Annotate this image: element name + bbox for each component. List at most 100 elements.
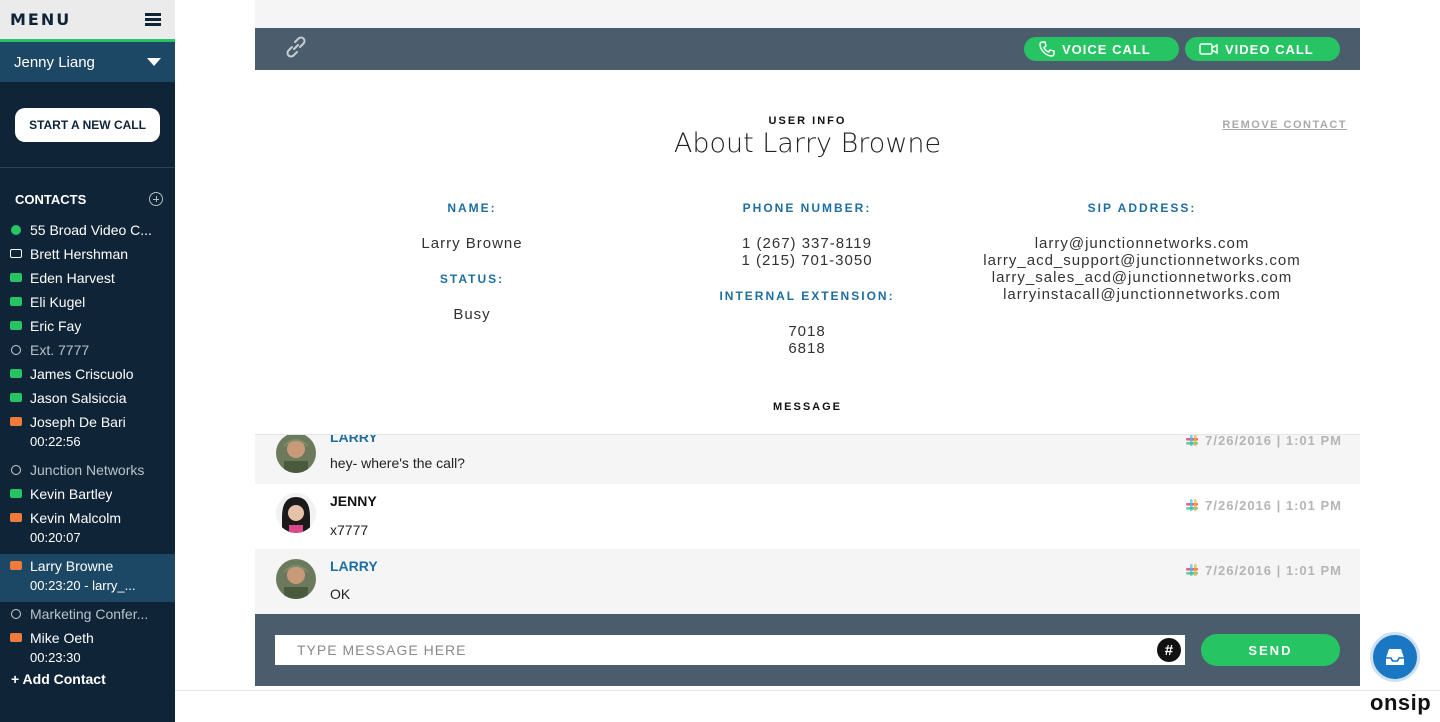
contact-item[interactable]: Ext. 7777 xyxy=(0,338,175,362)
contact-item[interactable]: Larry Browne 00:23:20 - larry_... xyxy=(0,554,175,602)
phone-number[interactable]: 1 (215) 701-3050 xyxy=(695,252,919,269)
user-name: Jenny Liang xyxy=(14,53,95,71)
contact-name: 55 Broad Video C... xyxy=(30,222,152,238)
contact-item[interactable]: Jason Salsiccia xyxy=(0,386,175,410)
page-title: About Larry Browne xyxy=(673,128,942,159)
message-time-text: 7/26/2016 | 1:01 PM xyxy=(1205,497,1342,513)
inbox-button[interactable] xyxy=(1370,632,1420,682)
contact-name: Marketing Confer... xyxy=(30,606,149,622)
contact-item[interactable]: Eli Kugel xyxy=(0,290,175,314)
chat-status-icon xyxy=(10,369,22,378)
contact-name: Eden Harvest xyxy=(30,270,115,286)
chat-status-icon xyxy=(10,249,22,258)
phone-icon xyxy=(1039,41,1055,57)
menu-title: MENU xyxy=(10,10,72,29)
extension-label: INTERNAL EXTENSION: xyxy=(719,289,895,303)
chat-status-icon xyxy=(10,489,22,498)
contact-item[interactable]: Brett Hershman xyxy=(0,242,175,266)
main-panel: VOICE CALL VIDEO CALL USER INFO About La… xyxy=(255,0,1360,686)
contact-item[interactable]: Marketing Confer... xyxy=(0,602,175,626)
avatar xyxy=(276,435,316,473)
message-time-text: 7/26/2016 | 1:01 PM xyxy=(1205,562,1342,578)
send-button[interactable]: SEND xyxy=(1200,634,1340,666)
sip-column: SIP ADDRESS: larry@junctionnetworks.com … xyxy=(975,201,1309,303)
phone-label: PHONE NUMBER: xyxy=(742,201,872,215)
contact-item[interactable]: Eden Harvest xyxy=(0,266,175,290)
contact-call-duration: 00:22:56 xyxy=(30,434,81,449)
call-bar: VOICE CALL VIDEO CALL xyxy=(255,28,1360,70)
sidebar: MENU Jenny Liang START A NEW CALL CONTAC… xyxy=(0,0,175,722)
extension-value[interactable]: 7018 xyxy=(695,323,919,340)
name-label: NAME: xyxy=(447,201,497,215)
presence-status-icon xyxy=(11,465,21,475)
compose-bar: # SEND xyxy=(255,614,1360,686)
contact-name: Jason Salsiccia xyxy=(30,390,127,406)
slack-icon xyxy=(1186,564,1199,576)
contact-name: Kevin Malcolm xyxy=(30,510,122,526)
hash-button[interactable]: # xyxy=(1156,638,1181,662)
phone-column: PHONE NUMBER: 1 (267) 337-8119 1 (215) 7… xyxy=(695,201,919,357)
contacts-header: CONTACTS xyxy=(0,184,175,214)
contact-item[interactable]: Kevin Bartley xyxy=(0,482,175,506)
contact-item[interactable]: James Criscuolo xyxy=(0,362,175,386)
add-contact-button[interactable]: + Add Contact xyxy=(0,664,175,694)
contact-name: Larry Browne xyxy=(30,558,114,574)
video-call-button[interactable]: VIDEO CALL xyxy=(1185,37,1340,61)
contact-item[interactable]: 55 Broad Video C... xyxy=(0,218,175,242)
start-new-call-button[interactable]: START A NEW CALL xyxy=(15,108,160,142)
status-value: Busy xyxy=(453,306,491,323)
sip-address[interactable]: larry@junctionnetworks.com xyxy=(975,235,1309,252)
phone-number[interactable]: 1 (267) 337-8119 xyxy=(695,235,919,252)
avatar xyxy=(276,559,316,599)
menu-bar: MENU xyxy=(0,0,175,42)
message-item: JENNY x7777 7/26/2016 | 1:01 PM xyxy=(255,484,1360,549)
contact-name: Mike Oeth xyxy=(30,630,94,646)
hamburger-icon[interactable] xyxy=(145,13,161,26)
user-selector[interactable]: Jenny Liang xyxy=(0,42,175,82)
sip-address[interactable]: larry_acd_support@junctionnetworks.com xyxy=(975,252,1309,269)
remove-contact-link[interactable]: REMOVE CONTACT xyxy=(1222,119,1347,131)
slack-icon xyxy=(1186,435,1199,446)
contact-name: Joseph De Bari xyxy=(30,414,126,430)
sip-label: SIP ADDRESS: xyxy=(1087,201,1197,215)
contact-name: Kevin Bartley xyxy=(30,486,113,502)
sip-address[interactable]: larryinstacall@junctionnetworks.com xyxy=(975,286,1309,303)
chat-status-icon xyxy=(10,561,22,570)
sip-address[interactable]: larry_sales_acd@junctionnetworks.com xyxy=(975,269,1309,286)
extension-value[interactable]: 6818 xyxy=(695,340,919,357)
contact-item[interactable]: Kevin Malcolm 00:20:07 xyxy=(0,506,175,554)
chat-status-icon xyxy=(10,297,22,306)
chat-status-icon xyxy=(10,633,22,642)
add-circle-icon[interactable] xyxy=(149,192,163,206)
message-timestamp: 7/26/2016 | 1:01 PM xyxy=(1183,561,1342,579)
chat-status-icon xyxy=(10,513,22,522)
brand-logo: onsip xyxy=(1370,690,1432,715)
message-text: x7777 xyxy=(330,522,369,538)
message-sender: JENNY xyxy=(330,493,377,509)
contact-name: Brett Hershman xyxy=(30,246,129,262)
user-info-label: USER INFO xyxy=(768,115,847,127)
name-column: NAME: Larry Browne STATUS: Busy xyxy=(372,201,572,323)
voice-call-button[interactable]: VOICE CALL xyxy=(1024,37,1179,61)
avatar xyxy=(276,493,316,533)
message-item: LARRY OK 7/26/2016 | 1:01 PM xyxy=(255,549,1360,614)
link-icon[interactable] xyxy=(283,34,309,65)
chat-status-icon xyxy=(10,321,22,330)
presence-status-icon xyxy=(11,225,21,235)
message-list[interactable]: LARRY hey- where's the call? 7/26/2016 |… xyxy=(255,434,1360,614)
status-label: STATUS: xyxy=(439,272,505,286)
contact-name: Ext. 7777 xyxy=(30,342,90,358)
contact-call-duration: 00:23:20 - larry_... xyxy=(30,578,136,593)
contact-item[interactable]: Joseph De Bari 00:22:56 xyxy=(0,410,175,458)
chat-status-icon xyxy=(10,417,22,426)
user-info-section: USER INFO About Larry Browne REMOVE CONT… xyxy=(255,70,1360,434)
slack-icon xyxy=(1186,499,1199,511)
message-item: LARRY hey- where's the call? 7/26/2016 |… xyxy=(255,435,1360,484)
message-input[interactable] xyxy=(275,635,1185,665)
message-sender: LARRY xyxy=(330,558,378,574)
message-text: hey- where's the call? xyxy=(330,455,465,471)
contact-item[interactable]: Eric Fay xyxy=(0,314,175,338)
contact-item[interactable]: Junction Networks xyxy=(0,458,175,482)
message-time-text: 7/26/2016 | 1:01 PM xyxy=(1205,434,1342,448)
contact-list: 55 Broad Video C... Brett Hershman Eden Ha… xyxy=(0,218,175,674)
